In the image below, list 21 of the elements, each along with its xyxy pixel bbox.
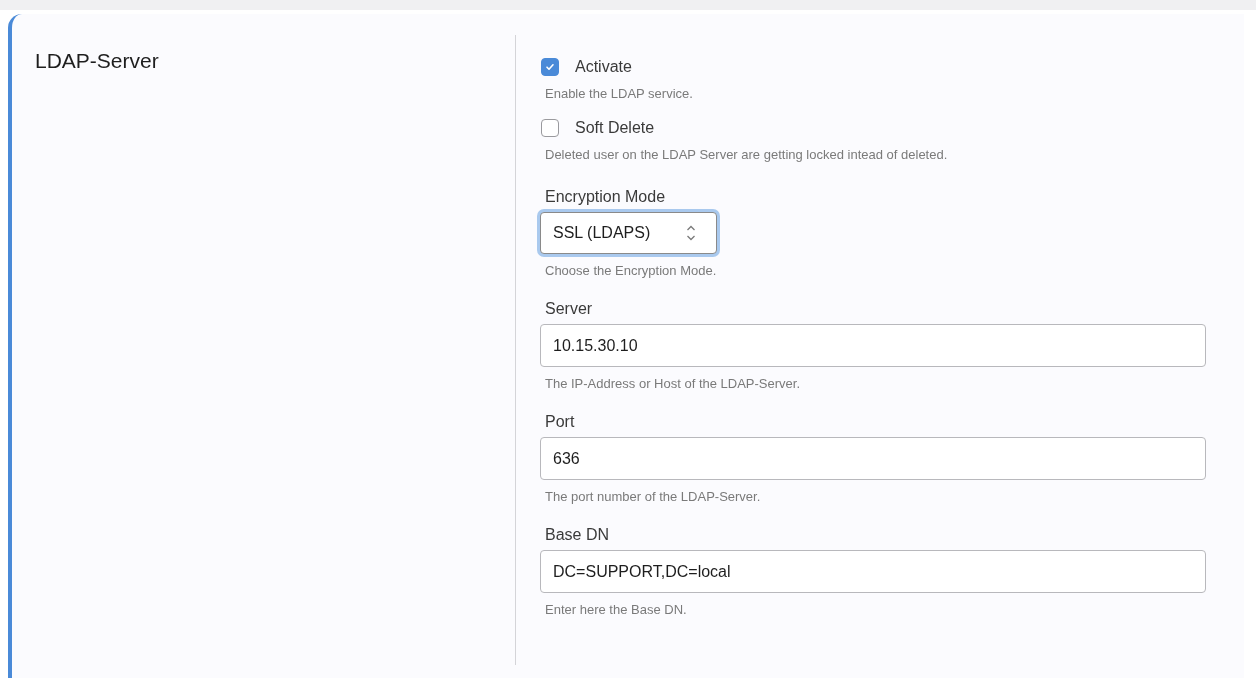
section-title: LDAP-Server <box>35 49 159 73</box>
up-down-chevron-icon <box>686 224 696 242</box>
checkbox[interactable] <box>541 119 559 137</box>
help-text: Enter here the Base DN. <box>545 602 688 617</box>
check-icon <box>545 62 555 72</box>
checkbox-label: Soft Delete <box>575 119 655 137</box>
select-field[interactable]: SSL (LDAPS) <box>540 212 717 254</box>
checkbox[interactable] <box>541 58 559 76</box>
help-text: The port number of the LDAP-Server. <box>545 489 762 504</box>
help-text: Choose the Encryption Mode. <box>545 263 718 278</box>
help-text: The IP-Address or Host of the LDAP-Server. <box>545 376 802 391</box>
help-text: Deleted user on the LDAP Server are getting locked intead of deleted. <box>545 147 949 162</box>
field-label: Server <box>545 300 593 318</box>
help-text: Enable the LDAP service. <box>545 86 694 101</box>
input-field[interactable]: 10.15.30.10 <box>540 324 1206 367</box>
field-label: Encryption Mode <box>545 188 666 206</box>
field-label: Base DN <box>545 526 610 544</box>
field-label: Port <box>545 413 575 431</box>
input-field[interactable]: 636 <box>540 437 1206 480</box>
input-field[interactable]: DC=SUPPORT,DC=local <box>540 550 1206 593</box>
checkbox-label: Activate <box>575 58 632 76</box>
